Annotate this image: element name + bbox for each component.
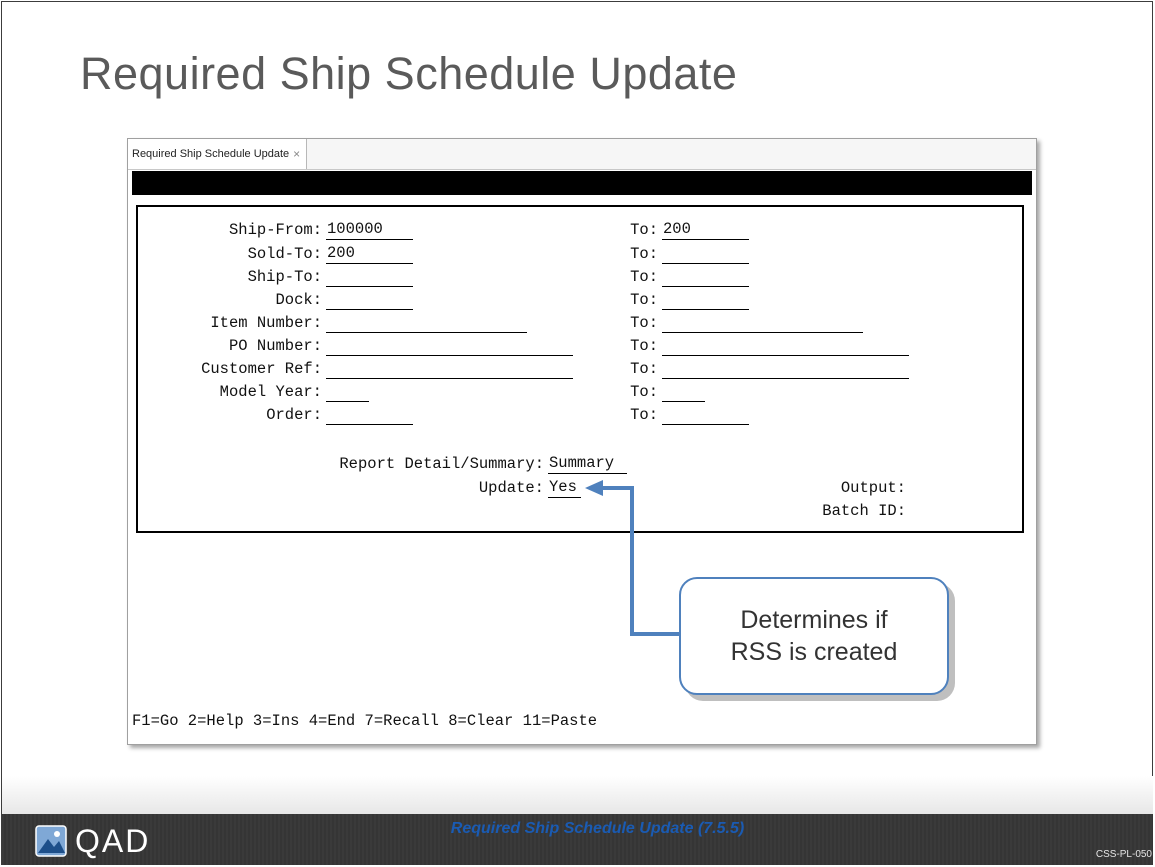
footer-fade [2,776,1153,814]
item-number-field[interactable] [326,314,527,333]
close-icon[interactable]: × [293,147,300,161]
dock-to-label: To: [630,291,658,309]
function-keys-bar: F1=Go 2=Help 3=Ins 4=End 7=Recall 8=Clea… [132,712,598,730]
order-field[interactable] [326,406,413,425]
ship-to-to-field[interactable] [662,268,749,287]
sold-to-label: Sold-To: [247,245,322,263]
item-number-to-label: To: [630,314,658,332]
model-year-label: Model Year: [219,383,322,401]
update-label: Update: [478,479,544,497]
po-number-label: PO Number: [228,337,322,355]
dock-label: Dock: [275,291,322,309]
update-field[interactable]: Yes [548,479,581,498]
customer-ref-field[interactable] [326,360,573,379]
slide-title: Required Ship Schedule Update [80,48,738,99]
item-number-label: Item Number: [210,314,322,332]
output-label: Output: [840,479,906,497]
model-year-to-field[interactable] [662,383,705,402]
footer-caption: Required Ship Schedule Update (7.5.5) [450,820,745,837]
po-number-to-label: To: [630,337,658,355]
ship-from-to-field[interactable]: 200 [662,221,749,240]
sold-to-to-label: To: [630,245,658,263]
ship-from-label: Ship-From: [228,221,322,239]
model-year-field[interactable] [326,383,369,402]
selection-form: Ship-From: 100000 To: 200 Sold-To: 200 T… [136,205,1024,533]
batch-id-label: Batch ID: [822,502,906,520]
customer-ref-label: Customer Ref: [201,360,322,378]
title-bar [132,171,1032,195]
ship-from-field[interactable]: 100000 [326,221,413,240]
ship-to-to-label: To: [630,268,658,286]
report-detail-summary-field[interactable]: Summary [548,455,627,474]
dock-to-field[interactable] [662,291,749,310]
tab-label: Required Ship Schedule Update [132,148,290,160]
ship-from-to-label: To: [630,221,658,239]
sold-to-field[interactable]: 200 [326,245,413,264]
order-to-field[interactable] [662,406,749,425]
callout-box: Determines if RSS is created [679,577,949,695]
report-detail-summary-label: Report Detail/Summary: [339,455,544,473]
po-number-field[interactable] [326,337,573,356]
tab-required-ship-schedule-update[interactable]: Required Ship Schedule Update × [128,139,308,169]
po-number-to-field[interactable] [662,337,909,356]
slide-code: CSS-PL-050 [1095,849,1152,860]
customer-ref-to-field[interactable] [662,360,909,379]
order-to-label: To: [630,406,658,424]
callout-line-1: Determines if [740,606,888,634]
ship-to-label: Ship-To: [247,268,322,286]
customer-ref-to-label: To: [630,360,658,378]
sold-to-to-field[interactable] [662,245,749,264]
ship-to-field[interactable] [326,268,413,287]
order-label: Order: [266,406,322,424]
tab-bar: Required Ship Schedule Update × [128,139,1036,170]
dock-field[interactable] [326,291,413,310]
item-number-to-field[interactable] [662,314,863,333]
model-year-to-label: To: [630,383,658,401]
callout-line-2: RSS is created [730,638,898,666]
